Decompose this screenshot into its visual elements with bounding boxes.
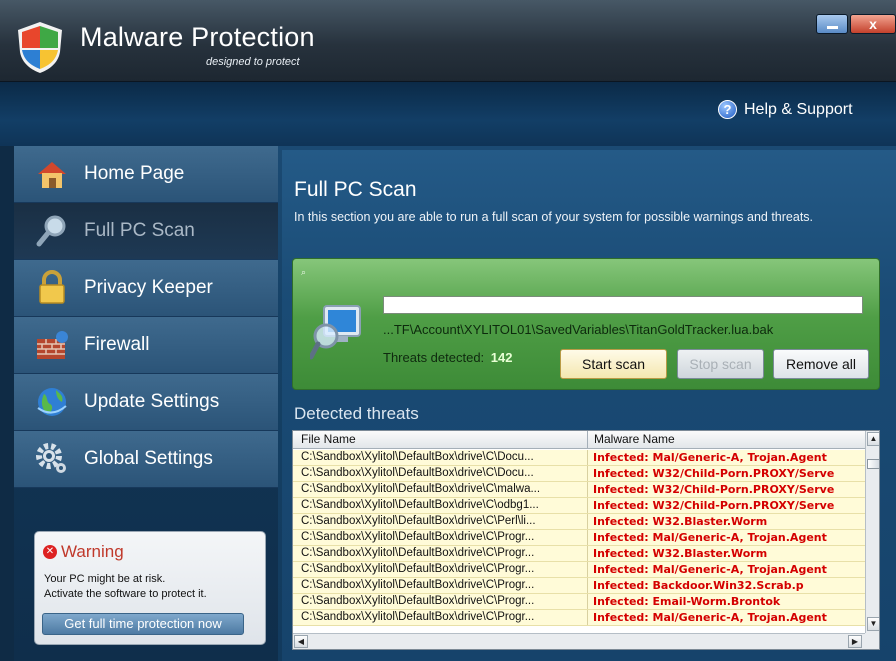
start-scan-button[interactable]: Start scan	[560, 349, 667, 379]
column-header-malware-name[interactable]: Malware Name	[589, 431, 869, 449]
computer-scan-icon	[310, 305, 361, 360]
malware-name-cell: Infected: Mal/Generic-A, Trojan.Agent	[593, 563, 827, 576]
table-body: C:\Sandbox\Xylitol\DefaultBox\drive\C\Do…	[293, 450, 865, 626]
malware-name-cell: Infected: W32.Blaster.Worm	[593, 547, 768, 560]
sidebar-item-full-pc-scan[interactable]: Full PC Scan	[14, 203, 278, 260]
table-row[interactable]: C:\Sandbox\Xylitol\DefaultBox\drive\C\od…	[293, 498, 865, 514]
globe-icon	[37, 388, 67, 416]
malware-name-cell: Infected: W32/Child-Porn.PROXY/Serve	[593, 499, 835, 512]
scrollbar-corner	[865, 633, 879, 649]
scan-current-path: ...TF\Account\XYLITOL01\SavedVariables\T…	[383, 322, 774, 337]
close-button[interactable]: x	[850, 14, 896, 34]
file-name-cell: C:\Sandbox\Xylitol\DefaultBox\drive\C\Pr…	[293, 578, 588, 593]
warning-title-label: Warning	[61, 542, 124, 561]
remove-all-button[interactable]: Remove all	[773, 349, 869, 379]
warning-title: ✕ Warning	[43, 542, 124, 562]
error-icon: ✕	[43, 545, 57, 559]
column-header-file-name[interactable]: File Name	[293, 431, 588, 449]
threats-count: 142	[490, 350, 513, 365]
threats-detected: Threats detected: 142	[383, 350, 513, 365]
file-name-cell: C:\Sandbox\Xylitol\DefaultBox\drive\C\Pr…	[293, 546, 588, 561]
table-row[interactable]: C:\Sandbox\Xylitol\DefaultBox\drive\C\Pr…	[293, 610, 865, 626]
brick-wall-icon	[37, 331, 68, 359]
app-subtitle: designed to protect	[206, 56, 300, 68]
warning-text: Your PC might be at risk. Activate the s…	[44, 572, 207, 602]
gears-icon	[36, 443, 66, 473]
malware-name-cell: Infected: W32.Blaster.Worm	[593, 515, 768, 528]
question-icon: ?	[718, 100, 737, 119]
file-name-cell: C:\Sandbox\Xylitol\DefaultBox\drive\C\Pr…	[293, 530, 588, 545]
table-row[interactable]: C:\Sandbox\Xylitol\DefaultBox\drive\C\Pe…	[293, 514, 865, 530]
table-row[interactable]: C:\Sandbox\Xylitol\DefaultBox\drive\C\Do…	[293, 450, 865, 466]
sidebar-item-update-settings[interactable]: Update Settings	[14, 374, 278, 431]
shield-logo-icon	[18, 22, 62, 73]
sidebar-item-label: Global Settings	[84, 448, 213, 469]
malware-name-cell: Infected: Backdoor.Win32.Scrab.p	[593, 579, 804, 592]
help-support-label: Help & Support	[744, 100, 853, 118]
malware-name-cell: Infected: Mal/Generic-A, Trojan.Agent	[593, 611, 827, 624]
sidebar: Home Page Full PC Scan Privacy Keeper Fi…	[14, 146, 278, 661]
vertical-scrollbar[interactable]: ▲ ▼	[865, 431, 879, 633]
file-name-cell: C:\Sandbox\Xylitol\DefaultBox\drive\C\Do…	[293, 466, 588, 481]
threats-table[interactable]: File Name Malware Name C:\Sandbox\Xylito…	[292, 430, 880, 650]
file-name-cell: C:\Sandbox\Xylitol\DefaultBox\drive\C\Pr…	[293, 610, 588, 625]
title-bar: Malware Protection designed to protect x	[0, 0, 896, 82]
malware-name-cell: Infected: Mal/Generic-A, Trojan.Agent	[593, 531, 827, 544]
malware-name-cell: Infected: Email-Worm.Brontok	[593, 595, 781, 608]
sidebar-item-label: Firewall	[84, 334, 150, 355]
warning-panel: ✕ Warning Your PC might be at risk. Acti…	[34, 531, 266, 645]
file-name-cell: C:\Sandbox\Xylitol\DefaultBox\drive\C\Pe…	[293, 514, 588, 529]
sidebar-item-firewall[interactable]: Firewall	[14, 317, 278, 374]
scroll-up-icon[interactable]: ▲	[867, 432, 879, 446]
sidebar-item-label: Privacy Keeper	[84, 277, 213, 298]
scroll-thumb[interactable]	[867, 459, 879, 469]
scroll-right-icon[interactable]: ▶	[848, 635, 862, 648]
page-title: Full PC Scan	[294, 178, 417, 201]
minimize-button[interactable]	[816, 14, 848, 34]
scroll-left-icon[interactable]: ◀	[294, 635, 308, 648]
warning-line-1: Your PC might be at risk.	[44, 573, 166, 585]
stop-scan-button[interactable]: Stop scan	[677, 349, 764, 379]
sidebar-item-label: Home Page	[84, 163, 185, 184]
app-title: Malware Protection	[80, 22, 315, 52]
padlock-icon	[39, 270, 65, 304]
sidebar-item-global-settings[interactable]: Global Settings	[14, 431, 278, 488]
horizontal-scrollbar[interactable]: ◀ ▶	[293, 633, 865, 649]
detected-threats-title: Detected threats	[294, 404, 419, 423]
warning-line-2: Activate the software to protect it.	[44, 588, 207, 600]
file-name-cell: C:\Sandbox\Xylitol\DefaultBox\drive\C\ma…	[293, 482, 588, 497]
table-row[interactable]: C:\Sandbox\Xylitol\DefaultBox\drive\C\Pr…	[293, 530, 865, 546]
magnifier-small-icon: ⌕	[301, 267, 307, 277]
table-row[interactable]: C:\Sandbox\Xylitol\DefaultBox\drive\C\Pr…	[293, 578, 865, 594]
file-name-cell: C:\Sandbox\Xylitol\DefaultBox\drive\C\od…	[293, 498, 588, 513]
file-name-cell: C:\Sandbox\Xylitol\DefaultBox\drive\C\Do…	[293, 450, 588, 465]
get-protection-button[interactable]: Get full time protection now	[42, 613, 244, 635]
file-name-cell: C:\Sandbox\Xylitol\DefaultBox\drive\C\Pr…	[293, 594, 588, 609]
table-row[interactable]: C:\Sandbox\Xylitol\DefaultBox\drive\C\Do…	[293, 466, 865, 482]
threats-detected-label: Threats detected:	[383, 350, 485, 365]
sidebar-item-privacy-keeper[interactable]: Privacy Keeper	[14, 260, 278, 317]
table-row[interactable]: C:\Sandbox\Xylitol\DefaultBox\drive\C\Pr…	[293, 594, 865, 610]
malware-name-cell: Infected: W32/Child-Porn.PROXY/Serve	[593, 467, 835, 480]
table-row[interactable]: C:\Sandbox\Xylitol\DefaultBox\drive\C\ma…	[293, 482, 865, 498]
help-support-link[interactable]: ? Help & Support	[718, 100, 853, 119]
table-header: File Name Malware Name	[293, 431, 879, 449]
sidebar-item-home-page[interactable]: Home Page	[14, 146, 278, 203]
malware-name-cell: Infected: Mal/Generic-A, Trojan.Agent	[593, 451, 827, 464]
scroll-down-icon[interactable]: ▼	[867, 617, 879, 631]
sidebar-item-label: Full PC Scan	[84, 220, 195, 241]
file-name-cell: C:\Sandbox\Xylitol\DefaultBox\drive\C\Pr…	[293, 562, 588, 577]
sidebar-item-label: Update Settings	[84, 391, 220, 412]
home-icon	[38, 162, 66, 188]
page-description: In this section you are able to run a fu…	[294, 210, 814, 224]
table-row[interactable]: C:\Sandbox\Xylitol\DefaultBox\drive\C\Pr…	[293, 562, 865, 578]
malware-name-cell: Infected: W32/Child-Porn.PROXY/Serve	[593, 483, 835, 496]
table-row[interactable]: C:\Sandbox\Xylitol\DefaultBox\drive\C\Pr…	[293, 546, 865, 562]
scan-progress-bar	[383, 296, 863, 314]
magnifier-icon	[36, 215, 66, 247]
